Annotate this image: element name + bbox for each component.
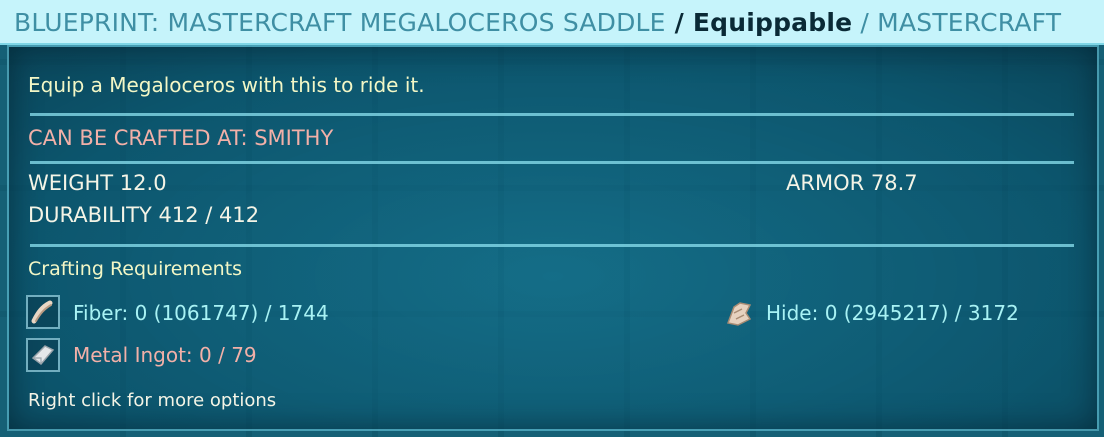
armor-stat: ARMOR 78.7 bbox=[786, 171, 918, 195]
crafting-station: CAN BE CRAFTED AT: SMITHY bbox=[28, 126, 334, 150]
crafting-requirements-heading: Crafting Requirements bbox=[28, 258, 243, 280]
item-name: BLUEPRINT: MASTERCRAFT MEGALOCEROS SADDL… bbox=[14, 8, 666, 37]
weight-stat: WEIGHT 12.0 bbox=[28, 171, 167, 195]
hide-icon bbox=[720, 295, 754, 329]
item-quality: MASTERCRAFT bbox=[877, 8, 1062, 37]
divider bbox=[30, 161, 1074, 164]
item-description: Equip a Megaloceros with this to ride it… bbox=[28, 73, 425, 97]
title-separator: / bbox=[852, 8, 878, 37]
divider bbox=[30, 244, 1074, 247]
item-category: Equippable bbox=[692, 8, 853, 37]
tooltip-title-bar: BLUEPRINT: MASTERCRAFT MEGALOCEROS SADDL… bbox=[0, 0, 1104, 45]
requirement-metal-ingot: Metal Ingot: 0 / 79 bbox=[73, 343, 257, 367]
requirement-fiber: Fiber: 0 (1061747) / 1744 bbox=[73, 301, 329, 325]
title-separator: / bbox=[665, 8, 693, 37]
item-tooltip-panel bbox=[7, 45, 1099, 431]
metal-ingot-icon bbox=[26, 338, 60, 372]
context-hint: Right click for more options bbox=[28, 390, 277, 411]
durability-stat: DURABILITY 412 / 412 bbox=[28, 203, 260, 227]
divider bbox=[30, 113, 1074, 116]
requirement-hide: Hide: 0 (2945217) / 3172 bbox=[766, 301, 1019, 325]
fiber-icon bbox=[26, 295, 60, 329]
